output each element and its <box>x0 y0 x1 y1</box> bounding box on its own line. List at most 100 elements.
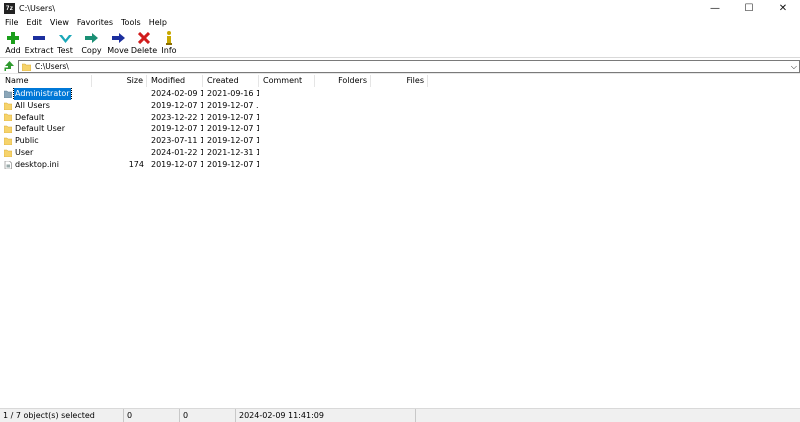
file-list[interactable]: Name Size Modified Created Comment Folde… <box>0 75 800 408</box>
size-cell <box>92 100 144 112</box>
copy-label: Copy <box>81 46 102 55</box>
test-button[interactable]: Test <box>52 28 78 58</box>
folder-icon <box>22 63 31 71</box>
created-cell: 2019-12-07 1... <box>207 124 259 134</box>
maximize-button[interactable]: ☐ <box>732 0 766 17</box>
table-row[interactable]: Public 2023-07-11 1... 2019-12-07 1... <box>0 135 800 147</box>
column-comment[interactable]: Comment <box>259 75 315 87</box>
folder-icon <box>4 126 12 134</box>
modified-cell: 2019-12-07 1... <box>151 159 203 169</box>
menu-file[interactable]: File <box>0 18 22 27</box>
file-name: Administrator <box>13 88 72 100</box>
file-name: Default <box>15 112 45 122</box>
toolbar: Add Extract Test Copy Move Delete Info <box>0 28 800 58</box>
folder-icon <box>4 137 12 146</box>
size-cell <box>92 112 144 124</box>
file-name: Default User <box>15 124 66 134</box>
extract-button[interactable]: Extract <box>24 28 54 58</box>
address-input[interactable]: C:\Users\ ⌵ <box>18 60 800 73</box>
minimize-button[interactable]: — <box>698 0 732 17</box>
table-row[interactable]: Default User 2019-12-07 1... 2019-12-07 … <box>0 123 800 135</box>
size-cell <box>92 135 144 147</box>
column-created[interactable]: Created <box>203 75 259 87</box>
info-label: Info <box>161 46 177 55</box>
modified-cell: 2019-12-07 1... <box>151 124 203 134</box>
file-settings-icon <box>4 160 12 169</box>
delete-button[interactable]: Delete <box>131 28 157 58</box>
file-name: User <box>15 147 34 157</box>
modified-cell: 2024-01-22 1... <box>151 147 203 157</box>
column-modified[interactable]: Modified <box>147 75 203 87</box>
modified-cell: 2024-02-09 1... <box>151 89 203 98</box>
add-button[interactable]: Add <box>0 28 26 58</box>
chevron-down-icon[interactable]: ⌵ <box>791 62 797 72</box>
move-label: Move <box>107 46 129 55</box>
created-cell: 2019-12-07 1... <box>207 112 259 122</box>
created-cell: 2019-12-07 1... <box>207 136 259 146</box>
minus-icon <box>32 31 46 45</box>
copy-arrow-icon <box>85 31 99 45</box>
table-row[interactable]: All Users 2019-12-07 1... 2019-12-07 ... <box>0 100 800 112</box>
menu-bar: File Edit View Favorites Tools Help <box>0 17 800 28</box>
extract-label: Extract <box>24 46 54 55</box>
menu-view[interactable]: View <box>46 18 73 27</box>
title-bar: 7z C:\Users\ — ☐ ✕ <box>0 0 800 17</box>
add-label: Add <box>5 46 21 55</box>
size-cell <box>92 147 144 159</box>
menu-tools[interactable]: Tools <box>117 18 145 27</box>
window-title: C:\Users\ <box>19 4 56 13</box>
move-arrow-icon <box>111 31 125 45</box>
up-folder-button[interactable] <box>2 59 16 73</box>
copy-button[interactable]: Copy <box>78 28 105 58</box>
name-cell: User <box>4 147 92 159</box>
modified-cell: 2019-12-07 1... <box>151 100 203 110</box>
status-bar: 1 / 7 object(s) selected 0 0 2024-02-09 … <box>0 408 800 422</box>
created-cell: 2019-12-07 1... <box>207 159 259 169</box>
modified-cell: 2023-07-11 1... <box>151 136 203 146</box>
info-icon <box>162 31 176 45</box>
status-packed: 0 <box>180 409 236 422</box>
column-folders[interactable]: Folders <box>315 75 371 87</box>
created-cell: 2021-09-16 1... <box>207 89 259 98</box>
folder-icon <box>4 149 12 157</box>
menu-help[interactable]: Help <box>145 18 171 27</box>
name-cell: Default <box>4 112 92 124</box>
close-button[interactable]: ✕ <box>766 0 800 17</box>
table-row[interactable]: desktop.ini 174 2019-12-07 1... 2019-12-… <box>0 159 800 171</box>
table-row[interactable]: User 2024-01-22 1... 2021-12-31 1... <box>0 147 800 159</box>
delete-label: Delete <box>130 46 158 55</box>
table-row[interactable]: Administrator 2024-02-09 1... 2021-09-16… <box>0 88 800 100</box>
menu-favorites[interactable]: Favorites <box>73 18 117 27</box>
up-arrow-icon <box>4 60 14 71</box>
app-icon: 7z <box>4 3 15 14</box>
created-cell: 2021-12-31 1... <box>207 147 259 157</box>
folder-icon <box>4 90 12 98</box>
table-row[interactable]: Default 2023-12-22 1... 2019-12-07 1... <box>0 112 800 124</box>
plus-icon <box>6 31 20 45</box>
column-files[interactable]: Files <box>371 75 428 87</box>
size-cell <box>92 88 144 100</box>
list-header: Name Size Modified Created Comment Folde… <box>0 75 800 87</box>
column-size[interactable]: Size <box>92 75 147 87</box>
column-name[interactable]: Name <box>0 75 92 87</box>
status-size: 0 <box>124 409 180 422</box>
move-button[interactable]: Move <box>105 28 131 58</box>
file-name: desktop.ini <box>15 159 59 169</box>
folder-icon <box>4 114 12 122</box>
file-rows: Administrator 2024-02-09 1... 2021-09-16… <box>0 88 800 171</box>
name-cell: Public <box>4 135 92 147</box>
address-bar: C:\Users\ ⌵ <box>0 59 800 74</box>
name-cell: Default User <box>4 123 92 135</box>
menu-edit[interactable]: Edit <box>22 18 46 27</box>
modified-cell: 2023-12-22 1... <box>151 112 203 122</box>
delete-x-icon <box>137 31 151 45</box>
window-controls: — ☐ ✕ <box>698 0 800 17</box>
folder-icon <box>4 102 12 110</box>
test-label: Test <box>57 46 73 55</box>
created-cell: 2019-12-07 ... <box>207 100 259 110</box>
info-button[interactable]: Info <box>157 28 181 58</box>
name-cell: All Users <box>4 100 92 112</box>
status-datetime: 2024-02-09 11:41:09 <box>236 409 416 422</box>
name-cell: Administrator <box>4 88 92 100</box>
status-selection: 1 / 7 object(s) selected <box>0 409 124 422</box>
